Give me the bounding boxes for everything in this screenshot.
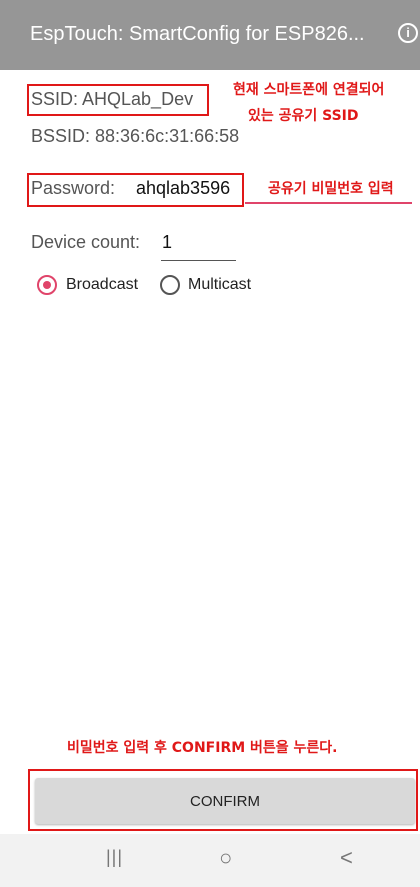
confirm-highlight-box — [28, 769, 418, 831]
broadcast-radio[interactable] — [37, 275, 57, 295]
info-icon[interactable]: i — [398, 23, 418, 43]
confirm-annotation: 비밀번호 입력 후 CONFIRM 버튼을 누른다. — [67, 740, 338, 756]
app-bar: EspTouch: SmartConfig for ESP826... i — [0, 0, 420, 70]
password-annotation: 공유기 비밀번호 입력 — [268, 181, 394, 197]
multicast-radio[interactable] — [160, 275, 180, 295]
password-highlight-box — [27, 173, 244, 207]
recents-icon[interactable]: ||| — [106, 847, 123, 868]
ssid-annotation-line2: 있는 공유기 SSID — [248, 108, 359, 124]
device-count-underline — [161, 260, 236, 261]
device-count-label: Device count: — [31, 232, 141, 252]
multicast-label[interactable]: Multicast — [188, 276, 251, 294]
device-count-input[interactable]: 1 — [162, 232, 172, 253]
broadcast-label[interactable]: Broadcast — [66, 276, 138, 294]
ssid-highlight-box — [27, 84, 209, 116]
ssid-annotation-line1: 현재 스마트폰에 연결되어 — [233, 82, 385, 98]
system-nav-bar: ||| ○ < — [0, 834, 420, 887]
bssid-text: BSSID: 88:36:6c:31:66:58 — [31, 126, 240, 146]
app-title: EspTouch: SmartConfig for ESP826... — [30, 23, 365, 45]
back-icon[interactable]: < — [340, 845, 353, 871]
password-underline — [245, 202, 412, 204]
home-icon[interactable]: ○ — [219, 845, 232, 871]
